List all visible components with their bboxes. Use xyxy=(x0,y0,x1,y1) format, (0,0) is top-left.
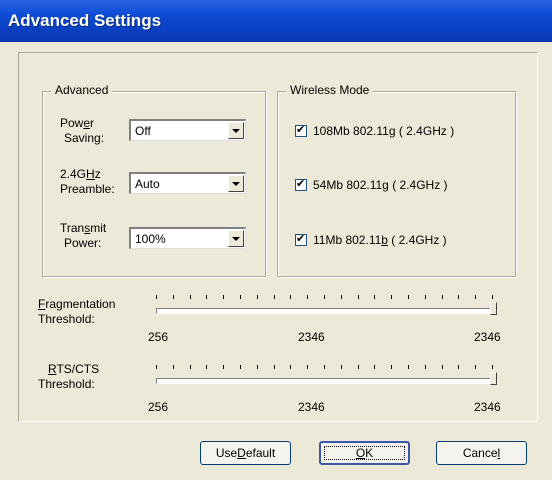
slider-tick xyxy=(307,365,308,369)
slider-tick xyxy=(408,295,409,299)
slider-tick xyxy=(442,365,443,369)
fragmentation-max-label: 2346 xyxy=(474,330,501,344)
checkbox[interactable] xyxy=(295,123,307,137)
slider-tick xyxy=(341,365,342,369)
preamble-select[interactable]: Auto xyxy=(129,172,246,194)
wireless-mode-option-11mb[interactable]: 11Mb 802.11b ( 2.4GHz ) xyxy=(295,232,447,247)
slider-tick xyxy=(223,365,224,369)
slider-track xyxy=(156,378,498,384)
rts-cts-min-label: 256 xyxy=(148,400,169,414)
slider-tick xyxy=(374,365,375,369)
chevron-down-icon[interactable] xyxy=(228,175,244,192)
slider-tick xyxy=(190,365,191,369)
slider-tick xyxy=(425,295,426,299)
option-label: 54Mb 802.11g ( 2.4GHz ) xyxy=(313,178,448,192)
slider-tick xyxy=(173,365,174,369)
fragmentation-min-label: 256 xyxy=(148,330,169,344)
chevron-down-icon[interactable] xyxy=(228,230,244,247)
checkbox[interactable] xyxy=(295,177,307,191)
rts-cts-mid-label: 2346 xyxy=(298,400,325,414)
cancel-button[interactable]: Cance l xyxy=(436,441,527,465)
slider-tick xyxy=(358,365,359,369)
slider-tick xyxy=(206,365,207,369)
slider-tick xyxy=(190,295,191,299)
preamble-value: Auto xyxy=(135,177,160,191)
focus-rectangle xyxy=(324,446,405,460)
slider-tick xyxy=(240,295,241,299)
power-saving-label: Power Saving: xyxy=(60,116,105,145)
use-default-button[interactable]: Use Default xyxy=(200,441,291,465)
slider-track xyxy=(156,308,498,314)
preamble-label: 2.4GHz Preamble: xyxy=(60,167,115,196)
fragmentation-threshold-label: Fragmentation Threshold: xyxy=(38,297,116,326)
rts-cts-threshold-label: RTS/CTS Threshold: xyxy=(38,362,100,391)
slider-tick xyxy=(156,295,157,299)
ok-button[interactable]: OK xyxy=(319,441,410,465)
power-saving-value: Off xyxy=(135,124,151,138)
advanced-settings-window: Advanced Settings Advanced Power Saving:… xyxy=(0,0,552,480)
slider-tick xyxy=(156,365,157,369)
slider-tick xyxy=(307,295,308,299)
slider-tick xyxy=(442,295,443,299)
slider-tick xyxy=(290,365,291,369)
slider-tick xyxy=(173,295,174,299)
advanced-group-title: Advanced xyxy=(51,83,113,97)
transmit-power-select[interactable]: 100% xyxy=(129,227,246,249)
fragmentation-threshold-slider[interactable] xyxy=(150,292,502,316)
slider-tick xyxy=(324,365,325,369)
slider-thumb[interactable] xyxy=(490,302,497,315)
slider-tick xyxy=(391,295,392,299)
slider-tick xyxy=(492,365,493,369)
slider-tick xyxy=(475,365,476,369)
slider-tick xyxy=(425,365,426,369)
rts-cts-max-label: 2346 xyxy=(474,400,501,414)
slider-tick xyxy=(408,365,409,369)
slider-tick xyxy=(358,295,359,299)
slider-tick xyxy=(475,295,476,299)
option-label: 11Mb 802.11b ( 2.4GHz ) xyxy=(313,233,447,247)
window-title: Advanced Settings xyxy=(8,11,162,30)
option-label: 108Mb 802.11g ( 2.4GHz ) xyxy=(313,124,455,138)
slider-thumb[interactable] xyxy=(490,372,497,385)
transmit-power-label: Transmit Power: xyxy=(60,221,107,250)
rts-cts-threshold-slider[interactable] xyxy=(150,364,502,388)
slider-tick xyxy=(206,295,207,299)
slider-tick xyxy=(274,365,275,369)
slider-tick xyxy=(374,295,375,299)
title-bar[interactable]: Advanced Settings xyxy=(0,0,552,42)
slider-tick xyxy=(458,295,459,299)
checkbox[interactable] xyxy=(295,232,307,246)
slider-tick xyxy=(341,295,342,299)
slider-tick xyxy=(492,295,493,299)
slider-tick xyxy=(324,295,325,299)
slider-tick xyxy=(257,295,258,299)
wireless-mode-option-108mb[interactable]: 108Mb 802.11g ( 2.4GHz ) xyxy=(295,123,455,138)
chevron-down-icon[interactable] xyxy=(228,122,244,139)
slider-tick xyxy=(223,295,224,299)
power-saving-select[interactable]: Off xyxy=(129,119,246,141)
wireless-mode-option-54mb[interactable]: 54Mb 802.11g ( 2.4GHz ) xyxy=(295,177,448,192)
transmit-power-value: 100% xyxy=(135,232,166,246)
slider-tick xyxy=(274,295,275,299)
slider-tick xyxy=(257,365,258,369)
fragmentation-mid-label: 2346 xyxy=(298,330,325,344)
slider-tick xyxy=(391,365,392,369)
slider-tick xyxy=(240,365,241,369)
wireless-mode-group-title: Wireless Mode xyxy=(286,83,374,97)
slider-tick xyxy=(458,365,459,369)
slider-tick xyxy=(290,295,291,299)
